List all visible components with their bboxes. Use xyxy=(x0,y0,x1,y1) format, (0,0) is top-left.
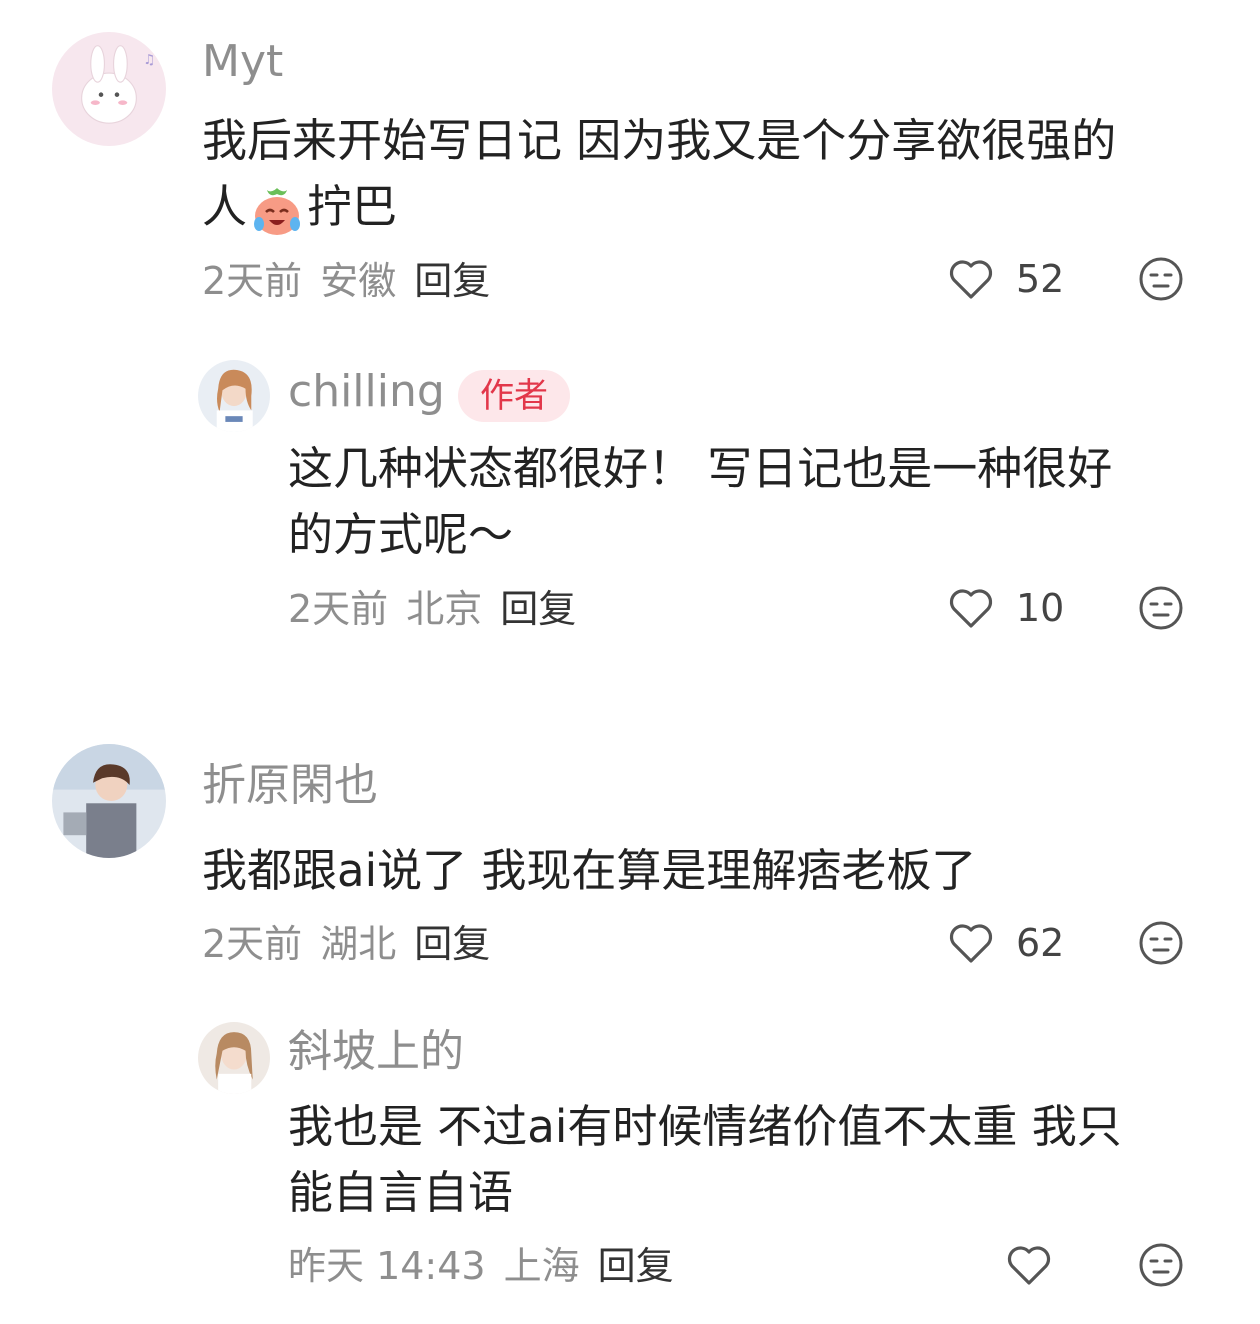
location: 上海 xyxy=(503,1244,580,1288)
avatar[interactable] xyxy=(198,360,270,432)
comment-text-line-1: 我也是 不过ai有时候情绪价值不太重 我只 xyxy=(288,1100,1122,1153)
like-button[interactable]: 52 xyxy=(946,254,1064,304)
svg-text:♫: ♫ xyxy=(143,52,155,68)
heart-outline-icon xyxy=(949,260,993,299)
comment-text-line-1: 我后来开始写日记 因为我又是个分享欲很强的 xyxy=(202,114,1117,167)
unimpressed-face-icon[interactable] xyxy=(1138,585,1184,631)
like-count: 52 xyxy=(1016,257,1065,301)
author-badge: 作者 xyxy=(458,370,570,422)
location: 安徽 xyxy=(320,259,397,303)
timestamp: 2天前 xyxy=(202,259,303,303)
username[interactable]: Myt xyxy=(202,40,283,84)
location: 湖北 xyxy=(320,922,397,966)
like-button[interactable]: 10 xyxy=(946,583,1064,633)
like-count: 10 xyxy=(1016,586,1065,630)
comment-meta: 2天前 北京 回复 xyxy=(288,590,594,628)
reply-button[interactable]: 回复 xyxy=(414,259,490,303)
comment-text-line-2: 能自言自语 xyxy=(288,1166,514,1219)
unimpressed-face-icon[interactable] xyxy=(1138,920,1184,966)
comment-text-line-2: 人 拧巴 xyxy=(202,174,397,240)
location: 北京 xyxy=(406,587,483,631)
timestamp: 昨天 14:43 xyxy=(288,1244,486,1288)
reply-button[interactable]: 回复 xyxy=(500,587,576,631)
reply-button[interactable]: 回复 xyxy=(414,922,490,966)
unimpressed-face-icon[interactable] xyxy=(1138,1242,1184,1288)
comment-text-part: 拧巴 xyxy=(307,180,398,233)
heart-outline-icon xyxy=(1007,1246,1051,1285)
avatar[interactable] xyxy=(198,1022,270,1094)
timestamp: 2天前 xyxy=(288,587,389,631)
comment-meta: 2天前 湖北 回复 xyxy=(202,925,508,963)
comment-text-line-1: 我都跟ai说了 我现在算是理解痞老板了 xyxy=(202,844,977,897)
reply-button[interactable]: 回复 xyxy=(598,1244,674,1288)
timestamp: 2天前 xyxy=(202,922,303,966)
comment-meta: 昨天 14:43 上海 回复 xyxy=(288,1247,692,1285)
username[interactable]: 斜坡上的 xyxy=(288,1030,464,1074)
comment-meta: 2天前 安徽 回复 xyxy=(202,262,508,300)
avatar[interactable] xyxy=(52,744,166,858)
comment-text-line-1: 这几种状态都很好！ 写日记也是一种很好 xyxy=(288,442,1113,495)
crying-laughing-peach-emoji-icon xyxy=(249,182,305,238)
unimpressed-face-icon[interactable] xyxy=(1138,256,1184,302)
heart-outline-icon xyxy=(949,924,993,963)
avatar[interactable]: ♫ xyxy=(52,32,166,146)
like-button[interactable]: 62 xyxy=(946,918,1064,968)
like-button[interactable] xyxy=(1004,1240,1054,1290)
like-count: 62 xyxy=(1016,921,1065,965)
heart-outline-icon xyxy=(949,589,993,628)
comment-text-part: 人 xyxy=(202,180,248,233)
comment-text-line-2: 的方式呢～ xyxy=(288,508,514,561)
username[interactable]: 折原閑也 xyxy=(202,764,378,808)
username[interactable]: chilling xyxy=(288,370,445,414)
